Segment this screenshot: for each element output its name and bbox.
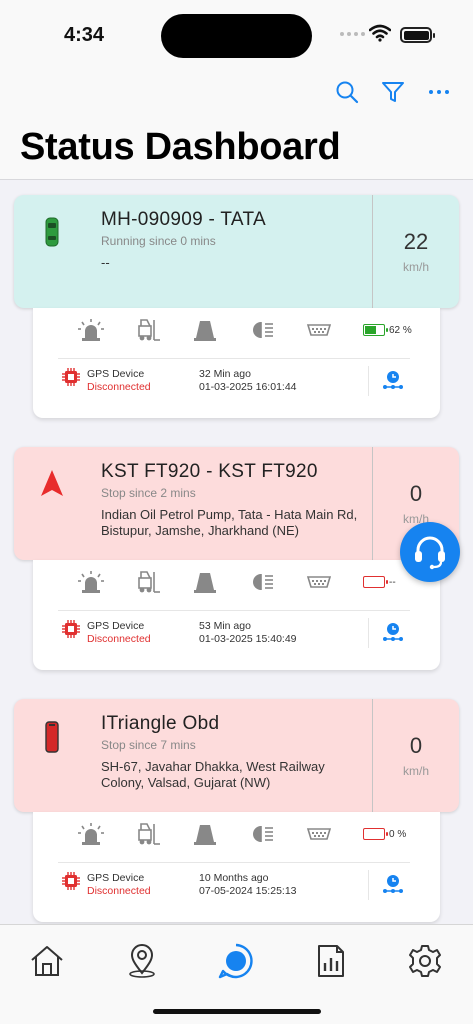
device-battery: 0 % [363,828,406,840]
tab-settings[interactable] [405,941,445,981]
gps-label: GPS Device [87,620,145,632]
vehicle-card[interactable]: KST FT920 - KST FT920 Stop since 2 mins … [14,447,459,670]
sensor-row: -- [78,568,396,596]
device-icon [40,721,64,753]
status-bar: 4:34 [0,0,473,70]
battery-text: 0 % [389,828,407,840]
vehicle-summary[interactable]: KST FT920 - KST FT920 Stop since 2 mins … [14,447,459,560]
history-route-icon[interactable] [382,370,404,390]
cone-icon [192,568,249,596]
history-route-icon[interactable] [382,874,404,894]
vehicle-speed: 0 [409,733,423,758]
history-route-icon[interactable] [382,622,404,642]
vehicle-since: Stop since 2 mins [101,486,196,500]
chip-icon [62,872,80,890]
nav-header: Status Dashboard [0,70,473,180]
vehicle-summary[interactable]: ITriangle Obd Stop since 7 mins SH-67, J… [14,699,459,812]
phone-battery-icon [400,27,435,43]
sensor-row: 62 % [78,316,412,344]
device-battery: -- [363,576,396,588]
header-actions [335,80,451,104]
reports-icon [318,945,344,977]
dynamic-island [161,14,312,58]
battery-icon [363,324,388,336]
home-indicator [153,1009,321,1014]
forklift-icon [135,820,192,848]
car-top-icon [40,217,64,249]
vehicle-card[interactable]: ITriangle Obd Stop since 7 mins SH-67, J… [14,699,459,922]
speed-unit: km/h [402,260,429,274]
vehicle-since: Stop since 7 mins [101,738,196,752]
vehicle-speed: 0 [409,481,423,506]
vehicle-address: -- [101,255,110,270]
battery-icon [363,576,388,588]
gps-label: GPS Device [87,368,145,380]
last-update-timestamp: 01-03-2025 16:01:44 [199,381,297,393]
cone-icon [192,316,249,344]
headlight-icon [249,820,306,848]
siren-icon [78,316,135,344]
last-update-ago: 53 Min ago [199,620,251,632]
settings-icon [409,945,441,977]
battery-text: -- [389,576,396,588]
device-battery: 62 % [363,324,412,336]
gps-status: Disconnected [87,381,151,393]
vehicle-name: MH-090909 - TATA [101,209,266,230]
status-icon [218,943,253,979]
last-update-timestamp: 07-05-2024 15:25:13 [199,885,297,897]
chip-icon [62,368,80,386]
obd-port-icon [306,316,363,344]
status-time: 4:34 [64,24,105,46]
home-icon [31,946,63,976]
speed-unit: km/h [402,512,429,526]
headlight-icon [249,316,306,344]
obd-port-icon [306,820,363,848]
battery-icon [363,828,388,840]
cellular-signal-icon [340,32,365,36]
gps-label: GPS Device [87,872,145,884]
tab-reports[interactable] [311,941,351,981]
obd-port-icon [306,568,363,596]
vehicle-name: KST FT920 - KST FT920 [101,461,318,482]
vehicle-since: Running since 0 mins [101,234,216,248]
tab-map[interactable] [122,941,162,981]
vehicle-details: -- GPS Device Disconnected 53 Min ago 01… [33,560,440,670]
vehicle-details: 0 % GPS Device Disconnected 10 Months ag… [33,812,440,922]
cone-icon [192,820,249,848]
more-icon[interactable] [427,80,451,104]
speed-unit: km/h [402,764,429,778]
support-button[interactable] [400,522,460,582]
navigation-arrow-icon [40,469,64,501]
tab-home[interactable] [27,941,67,981]
vehicle-details: 62 % GPS Device Disconnected 32 Min ago … [33,308,440,418]
vehicle-speed: 22 [403,229,429,254]
last-update-ago: 32 Min ago [199,368,251,380]
sensor-row: 0 % [78,820,406,848]
map-pin-icon [129,944,155,978]
page-title: Status Dashboard [20,126,341,168]
vehicle-card[interactable]: MH-090909 - TATA Running since 0 mins --… [14,195,459,418]
siren-icon [78,568,135,596]
headset-icon [415,536,445,570]
vehicle-address: Indian Oil Petrol Pump, Tata - Hata Main… [101,507,358,538]
gps-status: Disconnected [87,885,151,897]
forklift-icon [135,316,192,344]
gps-status: Disconnected [87,633,151,645]
filter-icon[interactable] [381,80,405,104]
forklift-icon [135,568,192,596]
last-update-ago: 10 Months ago [199,872,269,884]
tab-bar [0,924,473,1024]
vehicle-name: ITriangle Obd [101,713,220,734]
siren-icon [78,820,135,848]
vehicle-summary[interactable]: MH-090909 - TATA Running since 0 mins --… [14,195,459,308]
chip-icon [62,620,80,638]
headlight-icon [249,568,306,596]
last-update-timestamp: 01-03-2025 15:40:49 [199,633,297,645]
search-icon[interactable] [335,80,359,104]
wifi-icon [369,24,391,42]
vehicle-address: SH-67, Javahar Dhakka, West Railway Colo… [101,759,325,790]
battery-text: 62 % [389,324,412,336]
tab-status[interactable] [216,941,256,981]
